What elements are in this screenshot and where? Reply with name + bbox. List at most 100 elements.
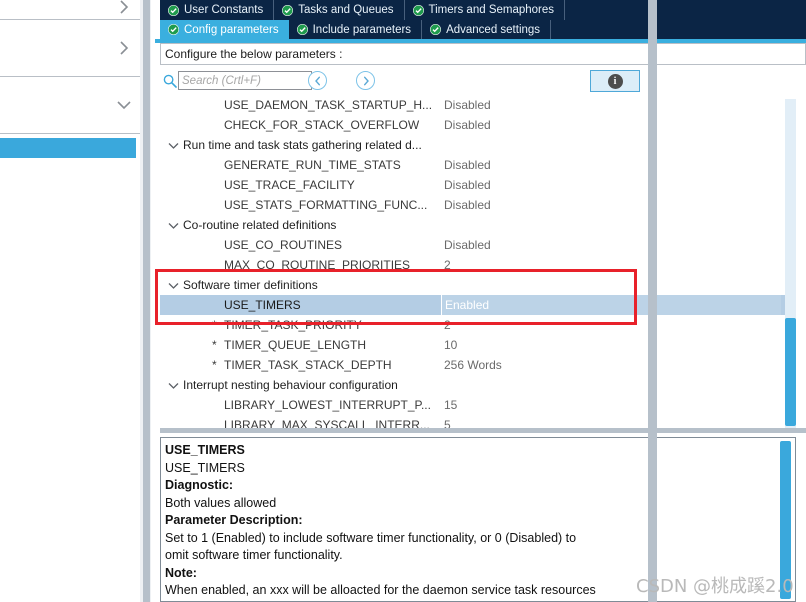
tree-param-name: LIBRARY_LOWEST_INTERRUPT_P... bbox=[224, 398, 431, 412]
modified-marker: * bbox=[212, 318, 217, 332]
sidebar-scrollbar[interactable] bbox=[143, 0, 150, 602]
description-text: omit software timer functionality. bbox=[165, 548, 343, 562]
tree-param-name: USE_DAEMON_TASK_STARTUP_H... bbox=[224, 99, 433, 112]
tree-param-name: USE_CO_ROUTINES bbox=[224, 238, 343, 252]
parameter-tree-rows: USE_DAEMON_TASK_STARTUP_H... Disabled CHEC… bbox=[160, 99, 786, 431]
tree-param-row[interactable]: USE_CO_ROUTINES Disabled bbox=[160, 235, 786, 255]
check-circle-icon bbox=[296, 24, 308, 35]
tree-param-value[interactable]: Disabled bbox=[444, 158, 491, 172]
check-circle-icon bbox=[412, 4, 424, 16]
tab-row-primary: User Constants Tasks and Queues Timers a… bbox=[160, 0, 806, 20]
tree-param-name: USE_STATS_FORMATTING_FUNC... bbox=[224, 198, 428, 212]
tree-param-row[interactable]: CHECK_FOR_STACK_OVERFLOW Disabled bbox=[160, 115, 786, 135]
tab-config-parameters[interactable]: Config parameters bbox=[160, 20, 289, 39]
info-icon: i bbox=[607, 73, 623, 89]
tree-param-value[interactable]: 15 bbox=[444, 398, 457, 412]
nav-back-button[interactable] bbox=[308, 71, 327, 90]
description-text: Set to 1 (Enabled) to include software t… bbox=[165, 530, 577, 545]
chevron-down-icon[interactable] bbox=[167, 219, 180, 232]
tree-group-label: Co-routine related definitions bbox=[183, 218, 337, 232]
chevron-down-icon[interactable] bbox=[167, 139, 180, 152]
sidebar-row-0[interactable] bbox=[0, 0, 140, 20]
configure-parameters-label: Configure the below parameters : bbox=[160, 43, 806, 65]
tree-param-row[interactable]: GENERATE_RUN_TIME_STATS Disabled bbox=[160, 155, 786, 175]
search-input[interactable] bbox=[178, 71, 312, 90]
tab-label: Config parameters bbox=[184, 23, 279, 36]
sidebar-selected-bar[interactable] bbox=[0, 138, 136, 158]
tree-param-row[interactable]: LIBRARY_LOWEST_INTERRUPT_P... 15 bbox=[160, 395, 786, 415]
info-button[interactable]: i bbox=[590, 70, 640, 92]
tree-param-row[interactable]: * TIMER_QUEUE_LENGTH 10 bbox=[160, 335, 786, 355]
tree-param-value[interactable]: 10 bbox=[444, 338, 457, 352]
tree-param-value[interactable]: Disabled bbox=[444, 118, 491, 132]
tab-tasks-and-queues[interactable]: Tasks and Queues bbox=[274, 0, 405, 20]
tree-param-value[interactable]: 256 Words bbox=[444, 358, 502, 372]
app-window: User Constants Tasks and Queues Timers a… bbox=[0, 0, 806, 602]
watermark: CSDN @桃成蹊2.0 bbox=[636, 576, 794, 597]
tree-param-name: MAX_CO_ROUTINE_PRIORITIES bbox=[224, 258, 411, 272]
tree-param-name: GENERATE_RUN_TIME_STATS bbox=[224, 158, 401, 172]
chevron-down-icon[interactable] bbox=[117, 98, 131, 112]
tab-include-parameters[interactable]: Include parameters bbox=[288, 20, 423, 39]
parameter-tree-scrollbar-thumb[interactable] bbox=[785, 318, 796, 426]
description-heading: USE_TIMERS bbox=[165, 443, 245, 457]
sidebar-row-1[interactable] bbox=[0, 20, 140, 77]
tab-label: Include parameters bbox=[312, 23, 412, 36]
chevron-right-icon[interactable] bbox=[117, 41, 131, 55]
tree-param-row[interactable]: USE_TIMERS Enabled bbox=[160, 295, 786, 315]
tree-param-name: USE_TIMERS bbox=[224, 298, 301, 312]
tab-row-secondary: Config parameters Include parameters Adv… bbox=[160, 20, 806, 39]
tree-param-value[interactable]: Disabled bbox=[444, 99, 491, 112]
tree-param-row[interactable]: * TIMER_TASK_PRIORITY 2 bbox=[160, 315, 786, 335]
parameter-tree-bottom-divider bbox=[160, 428, 806, 433]
main-panel: User Constants Tasks and Queues Timers a… bbox=[155, 0, 806, 602]
tree-param-row[interactable]: MAX_CO_ROUTINE_PRIORITIES 2 bbox=[160, 255, 786, 275]
description-heading: Diagnostic: bbox=[165, 478, 234, 492]
tree-param-value[interactable]: 2 bbox=[444, 318, 451, 332]
chevron-right-icon[interactable] bbox=[117, 0, 131, 14]
tree-param-row[interactable]: USE_TRACE_FACILITY Disabled bbox=[160, 175, 786, 195]
tree-param-value[interactable]: Disabled bbox=[444, 238, 491, 252]
modified-marker: * bbox=[212, 338, 217, 352]
tree-group-row[interactable]: Software timer definitions bbox=[160, 275, 786, 295]
left-sidebar bbox=[0, 0, 140, 602]
tree-group-row[interactable]: Interrupt nesting behaviour configuratio… bbox=[160, 375, 786, 395]
tree-group-label: Interrupt nesting behaviour configuratio… bbox=[183, 378, 398, 392]
tree-group-row[interactable]: Co-routine related definitions bbox=[160, 215, 786, 235]
search-toolbar: i bbox=[160, 65, 806, 99]
tree-param-row[interactable]: USE_DAEMON_TASK_STARTUP_H... Disabled bbox=[160, 99, 786, 115]
chevron-down-icon[interactable] bbox=[167, 379, 180, 392]
tree-param-value[interactable]: Disabled bbox=[444, 178, 491, 192]
sidebar-row-2[interactable] bbox=[0, 77, 140, 134]
tab-label: Timers and Semaphores bbox=[428, 4, 555, 16]
description-text: Both values allowed bbox=[165, 495, 277, 510]
description-heading: Parameter Description: bbox=[165, 513, 303, 527]
tree-group-row[interactable]: Run time and task stats gathering relate… bbox=[160, 135, 786, 155]
check-circle-icon bbox=[168, 24, 179, 35]
tree-group-label: Run time and task stats gathering relate… bbox=[183, 138, 422, 152]
tree-param-value[interactable]: Disabled bbox=[444, 198, 491, 212]
tree-param-value-editor[interactable]: Enabled bbox=[441, 295, 781, 315]
chevron-down-icon[interactable] bbox=[167, 279, 180, 292]
tree-param-row[interactable]: USE_STATS_FORMATTING_FUNC... Disabled bbox=[160, 195, 786, 215]
tab-user-constants[interactable]: User Constants bbox=[160, 0, 275, 20]
right-scrollbar-rail[interactable] bbox=[648, 0, 657, 602]
modified-marker: * bbox=[212, 358, 217, 372]
check-circle-icon bbox=[282, 4, 294, 16]
tab-label: User Constants bbox=[184, 4, 264, 16]
configure-parameters-text: Configure the below parameters : bbox=[165, 47, 343, 61]
parameter-tree[interactable]: USE_DAEMON_TASK_STARTUP_H... Disabled CHEC… bbox=[160, 99, 806, 431]
tree-param-row[interactable]: * TIMER_TASK_STACK_DEPTH 256 Words bbox=[160, 355, 786, 375]
tree-param-name: TIMER_TASK_STACK_DEPTH bbox=[224, 358, 392, 372]
nav-forward-button[interactable] bbox=[356, 71, 375, 90]
tab-timers-and-semaphores[interactable]: Timers and Semaphores bbox=[404, 0, 566, 20]
tree-param-value[interactable]: 2 bbox=[444, 258, 451, 272]
tab-advanced-settings[interactable]: Advanced settings bbox=[422, 20, 552, 39]
search-icon bbox=[163, 74, 177, 88]
tab-label: Advanced settings bbox=[446, 23, 541, 36]
description-text: USE_TIMERS bbox=[165, 460, 245, 475]
tab-label: Tasks and Queues bbox=[298, 4, 394, 16]
tree-group-label: Software timer definitions bbox=[183, 278, 318, 292]
check-circle-icon bbox=[430, 24, 442, 35]
tree-param-name: USE_TRACE_FACILITY bbox=[224, 178, 355, 192]
